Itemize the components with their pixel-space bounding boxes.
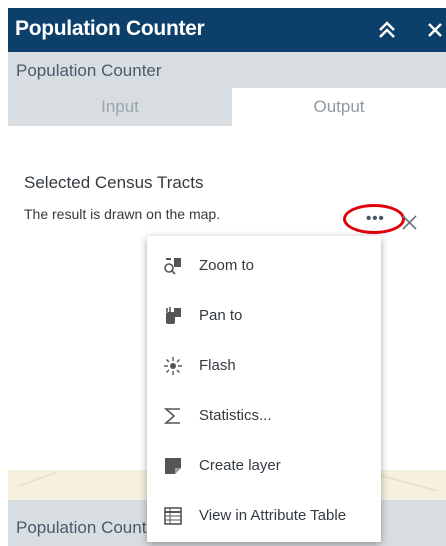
map-road <box>18 471 58 487</box>
map-road <box>378 474 438 492</box>
tab-bar: Input Output <box>8 88 446 126</box>
menu-item-pan-to[interactable]: Pan to <box>147 292 381 340</box>
table-icon <box>163 506 183 526</box>
menu-item-label: Statistics... <box>199 407 272 424</box>
sigma-icon <box>163 406 183 426</box>
more-options-button[interactable]: ••• <box>343 204 405 234</box>
subheader-label: Population Counter <box>16 61 162 80</box>
menu-item-label: View in Attribute Table <box>199 507 347 524</box>
widget-titlebar: Population Counter <box>8 8 446 52</box>
tab-output[interactable]: Output <box>232 88 446 126</box>
menu-item-label: Pan to <box>199 307 243 324</box>
menu-item-label: Zoom to <box>199 257 255 274</box>
flash-icon <box>163 356 183 376</box>
result-text: The result is drawn on the map. <box>24 206 221 222</box>
tab-input[interactable]: Input <box>8 88 232 126</box>
menu-item-view-attribute-table[interactable]: View in Attribute Table <box>147 492 381 540</box>
zoom-to-icon <box>163 256 183 276</box>
footer-label: Population Counter <box>16 518 162 537</box>
close-icon[interactable] <box>401 214 418 231</box>
menu-item-create-layer[interactable]: Create layer <box>147 442 381 490</box>
menu-item-label: Create layer <box>199 457 281 474</box>
context-menu: Zoom to Pan to Flash Statistics... Creat… <box>147 236 381 542</box>
widget-subheader: Population Counter <box>8 52 446 88</box>
pan-to-icon <box>163 306 183 326</box>
more-options-label: ••• <box>366 210 385 227</box>
layer-icon <box>163 456 183 476</box>
section-title: Selected Census Tracts <box>24 173 204 192</box>
widget-title: Population Counter <box>15 17 205 40</box>
menu-item-flash[interactable]: Flash <box>147 342 381 390</box>
double-chevron-up-icon[interactable] <box>375 18 399 42</box>
menu-item-statistics[interactable]: Statistics... <box>147 392 381 440</box>
close-icon[interactable] <box>424 18 446 42</box>
menu-item-label: Flash <box>199 357 236 374</box>
menu-item-zoom-to[interactable]: Zoom to <box>147 242 381 290</box>
